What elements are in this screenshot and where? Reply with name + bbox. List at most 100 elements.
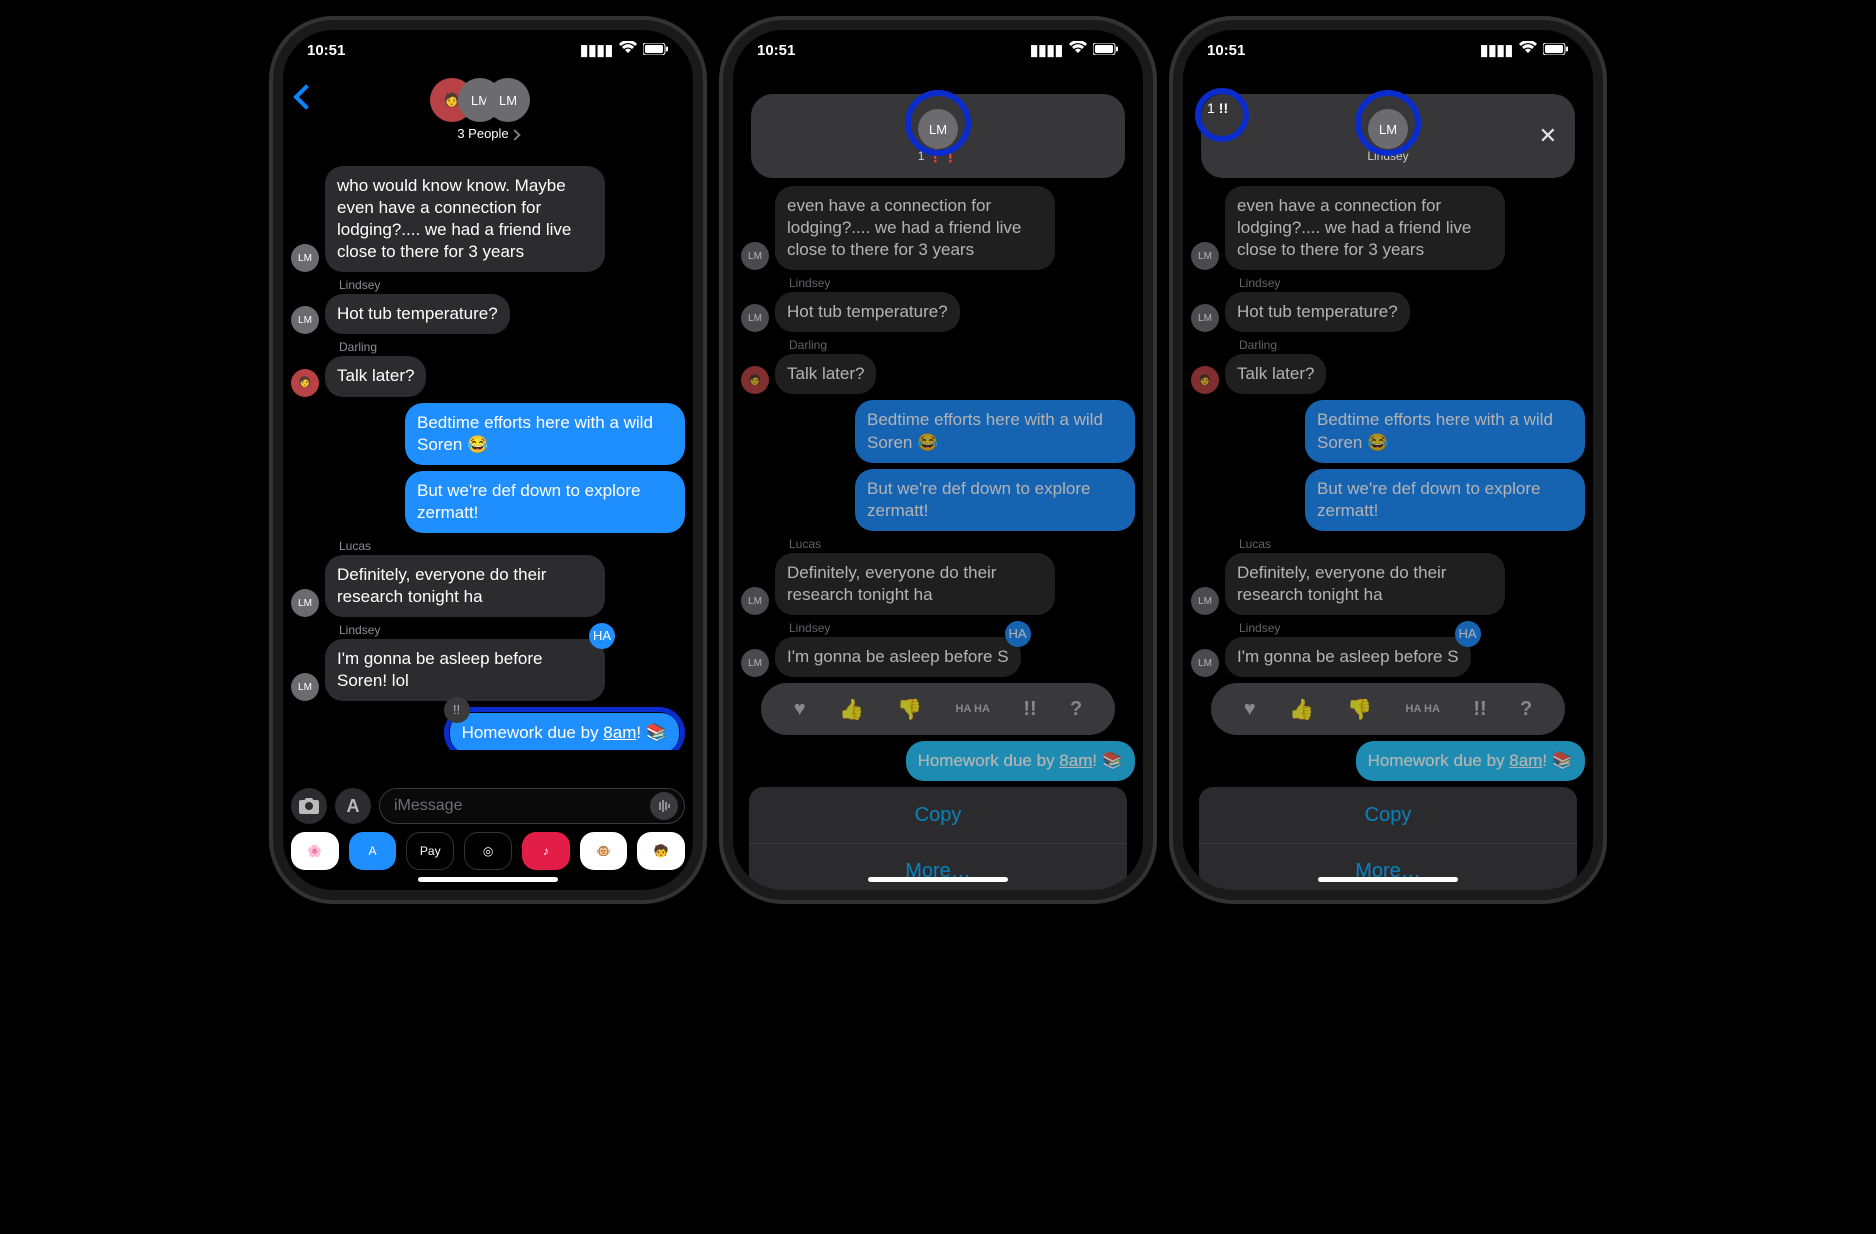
tapback-thumbs-down[interactable]: 👎 bbox=[1347, 697, 1372, 722]
message-bubble-homework[interactable]: Homework due by 8am! 📚 bbox=[1356, 741, 1585, 781]
message-bubble-mine[interactable]: Bedtime efforts here with a wild Soren 😂 bbox=[1305, 400, 1585, 462]
message-bubble-mine[interactable]: Bedtime efforts here with a wild Soren 😂 bbox=[405, 403, 685, 465]
more-button[interactable]: More… bbox=[1199, 843, 1577, 890]
avatar-small: LM bbox=[741, 304, 769, 332]
messages-list[interactable]: LM even have a connection for lodging?..… bbox=[733, 180, 1143, 890]
message-bubble[interactable]: I'm gonna be asleep before Soren! lol bbox=[325, 639, 605, 701]
camera-button[interactable] bbox=[291, 788, 327, 824]
action-sheet: Copy More… bbox=[749, 787, 1127, 890]
avatar-small: LM bbox=[1191, 304, 1219, 332]
tapback-count-indicator: 1 ❗❗ bbox=[918, 149, 959, 163]
tapback-exclaim[interactable]: !! bbox=[1023, 698, 1036, 721]
tapback-thumbs-up[interactable]: 👍 bbox=[1289, 697, 1314, 722]
tapback-haha-icon[interactable]: HA bbox=[589, 623, 615, 649]
app-applepay[interactable]: Pay bbox=[406, 832, 454, 870]
message-bubble-homework[interactable]: Homework due by 8am! 📚 bbox=[450, 713, 679, 750]
home-indicator[interactable] bbox=[1318, 877, 1458, 882]
messages-list[interactable]: LM who would know know. Maybe even have … bbox=[283, 160, 693, 750]
home-indicator[interactable] bbox=[418, 877, 558, 882]
sender-label: Darling bbox=[339, 340, 685, 354]
tapback-heart[interactable]: ♥ bbox=[1244, 698, 1256, 721]
tapback-haha-icon[interactable]: HA bbox=[1005, 621, 1031, 647]
avatar-small: LM bbox=[1191, 587, 1219, 615]
voice-message-button[interactable] bbox=[650, 792, 678, 820]
sender-label: Lucas bbox=[1239, 537, 1585, 551]
app-animoji[interactable]: 🧒 bbox=[637, 832, 685, 870]
message-bubble[interactable]: even have a connection for lodging?.... … bbox=[775, 186, 1055, 270]
copy-button[interactable]: Copy bbox=[749, 787, 1127, 843]
sender-label: Lindsey bbox=[1239, 621, 1585, 635]
avatar-lm-2[interactable]: LM bbox=[486, 78, 530, 122]
exclaim-icon: ❗❗ bbox=[928, 149, 958, 163]
message-bubble[interactable]: Hot tub temperature? bbox=[775, 292, 960, 332]
message-bubble[interactable]: Definitely, everyone do their research t… bbox=[325, 555, 605, 617]
tapback-avatar[interactable]: LM bbox=[1368, 109, 1408, 149]
tapback-exclaim-icon[interactable]: !! bbox=[444, 697, 470, 723]
message-bubble-mine[interactable]: Bedtime efforts here with a wild Soren 😂 bbox=[855, 400, 1135, 462]
app-drawer[interactable]: 🌸 A Pay ◎ ♪ 🐵 🧒 bbox=[283, 830, 693, 872]
conversation-header[interactable]: 🧑 LM LM 3 People bbox=[283, 70, 693, 160]
messages-list[interactable]: LM even have a connection for lodging?..… bbox=[1183, 180, 1593, 890]
tapback-count-badge: 1 !! bbox=[1207, 100, 1228, 116]
copy-button[interactable]: Copy bbox=[1199, 787, 1577, 843]
app-photos[interactable]: 🌸 bbox=[291, 832, 339, 870]
message-bubble[interactable]: Talk later? bbox=[1225, 354, 1326, 394]
app-store-button[interactable]: A bbox=[335, 788, 371, 824]
message-bubble[interactable]: Talk later? bbox=[325, 356, 426, 396]
tapback-question[interactable]: ? bbox=[1520, 698, 1532, 721]
tapback-haha[interactable]: HA HA bbox=[1406, 704, 1440, 715]
cellular-icon: ▮▮▮▮ bbox=[1480, 41, 1513, 59]
message-bubble-mine[interactable]: But we're def down to explore zermatt! bbox=[855, 469, 1135, 531]
tapback-heart[interactable]: ♥ bbox=[794, 698, 806, 721]
compose-bar: A iMessage bbox=[283, 784, 693, 828]
homework-text-pre: Homework due by bbox=[918, 751, 1060, 770]
phone-screen-1: 10:51 ▮▮▮▮ 🧑 LM LM 3 People LM who would… bbox=[273, 20, 703, 900]
highlight-ring: !! Homework due by 8am! 📚 bbox=[444, 707, 685, 750]
app-appstore[interactable]: A bbox=[349, 832, 397, 870]
notch bbox=[398, 30, 578, 58]
sender-label: Lucas bbox=[339, 539, 685, 553]
homework-time[interactable]: 8am bbox=[1509, 751, 1542, 770]
compose-placeholder: iMessage bbox=[394, 797, 462, 815]
message-bubble[interactable]: Definitely, everyone do their research t… bbox=[1225, 553, 1505, 615]
message-bubble[interactable]: Hot tub temperature? bbox=[325, 294, 510, 334]
tapback-thumbs-up[interactable]: 👍 bbox=[839, 697, 864, 722]
home-indicator[interactable] bbox=[868, 877, 1008, 882]
wifi-icon bbox=[1069, 41, 1087, 59]
homework-time[interactable]: 8am bbox=[603, 723, 636, 742]
message-bubble[interactable]: even have a connection for lodging?.... … bbox=[1225, 186, 1505, 270]
message-bubble[interactable]: Talk later? bbox=[775, 354, 876, 394]
tapback-haha[interactable]: HA HA bbox=[956, 704, 990, 715]
notch bbox=[1298, 30, 1478, 58]
message-bubble[interactable]: I'm gonna be asleep before S bbox=[775, 637, 1021, 677]
battery-icon bbox=[643, 42, 669, 59]
message-bubble[interactable]: I'm gonna be asleep before S bbox=[1225, 637, 1471, 677]
message-bubble[interactable]: Definitely, everyone do their research t… bbox=[775, 553, 1055, 615]
homework-time[interactable]: 8am bbox=[1059, 751, 1092, 770]
app-music[interactable]: ♪ bbox=[522, 832, 570, 870]
sender-label: Lindsey bbox=[1239, 276, 1585, 290]
tapback-count-number: 1 bbox=[1207, 100, 1215, 116]
message-bubble[interactable]: Hot tub temperature? bbox=[1225, 292, 1410, 332]
conversation-title[interactable]: 3 People bbox=[283, 126, 693, 141]
tapback-picker: ♥ 👍 👎 HA HA !! ? bbox=[761, 683, 1115, 735]
tapback-detail-header[interactable]: LM Lindsey ✕ bbox=[1201, 94, 1575, 178]
app-activity[interactable]: ◎ bbox=[464, 832, 512, 870]
avatar-small: LM bbox=[741, 242, 769, 270]
tapback-exclaim[interactable]: !! bbox=[1473, 698, 1486, 721]
status-time: 10:51 bbox=[1207, 42, 1245, 59]
message-bubble[interactable]: who would know know. Maybe even have a c… bbox=[325, 166, 605, 272]
avatar-row[interactable]: 🧑 LM LM bbox=[283, 78, 693, 122]
message-bubble-mine[interactable]: But we're def down to explore zermatt! bbox=[405, 471, 685, 533]
tapback-avatar[interactable]: LM bbox=[918, 109, 958, 149]
close-button[interactable]: ✕ bbox=[1539, 123, 1557, 149]
tapback-thumbs-down[interactable]: 👎 bbox=[897, 697, 922, 722]
tapback-question[interactable]: ? bbox=[1070, 698, 1082, 721]
app-memoji[interactable]: 🐵 bbox=[580, 832, 628, 870]
more-button[interactable]: More… bbox=[749, 843, 1127, 890]
tapback-detail-header[interactable]: LM 1 ❗❗ bbox=[751, 94, 1125, 178]
compose-input[interactable]: iMessage bbox=[379, 788, 685, 824]
tapback-haha-icon[interactable]: HA bbox=[1455, 621, 1481, 647]
message-bubble-mine[interactable]: But we're def down to explore zermatt! bbox=[1305, 469, 1585, 531]
message-bubble-homework[interactable]: Homework due by 8am! 📚 bbox=[906, 741, 1135, 781]
